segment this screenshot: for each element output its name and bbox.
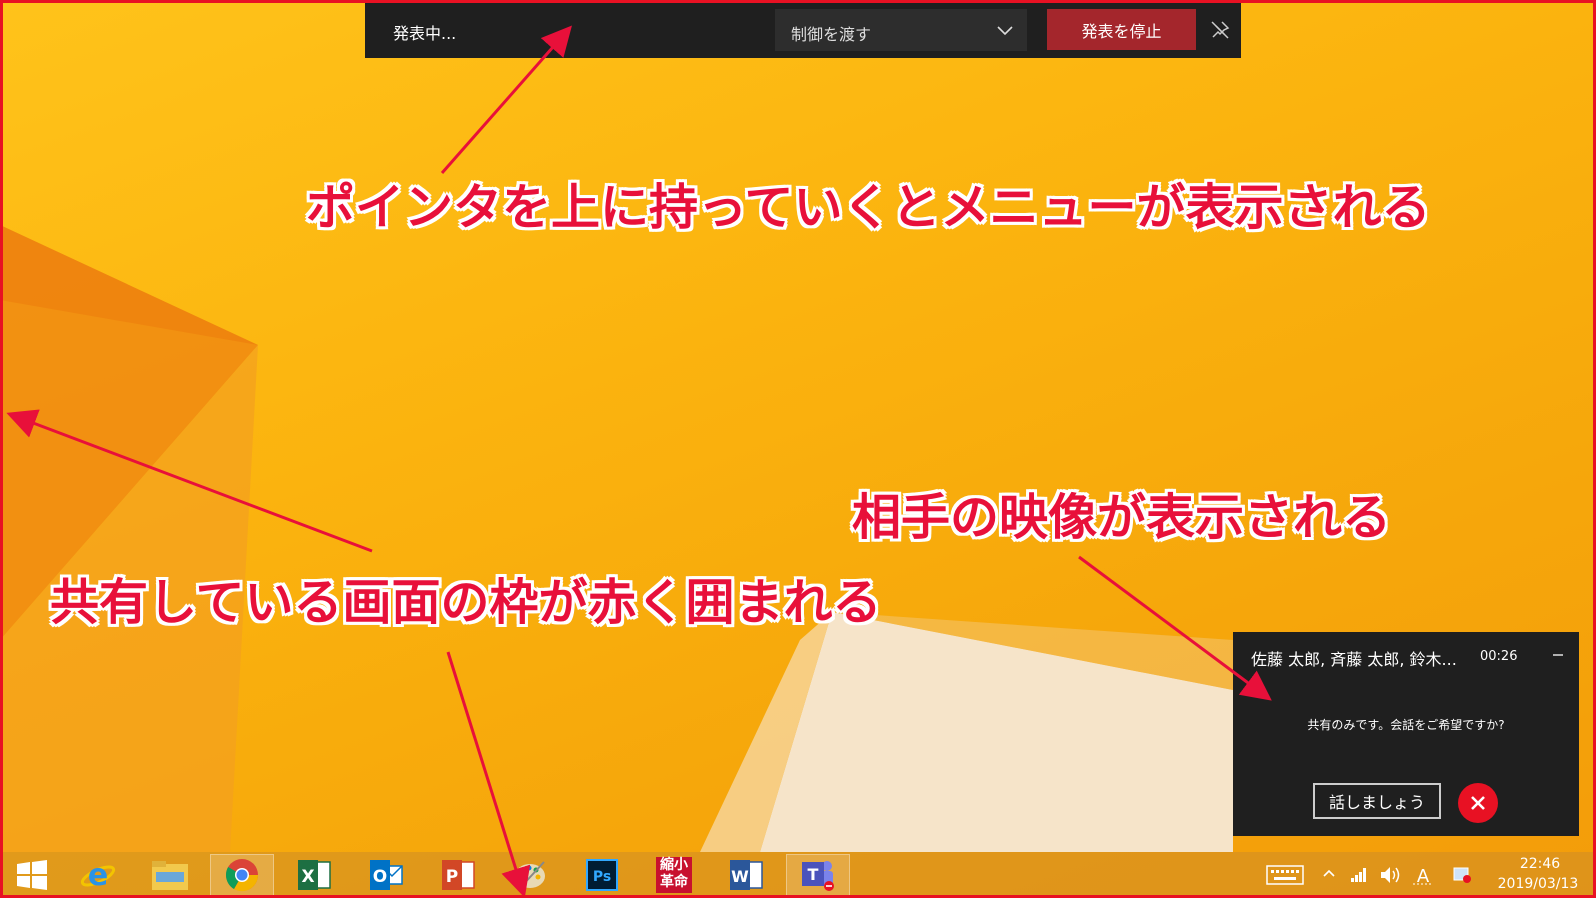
annotation-arrows <box>6 25 1272 898</box>
annotation-pointer-menu: ポインタを上に持っていくとメニューが表示される <box>306 179 1431 236</box>
arrow-to-call-monitor <box>1078 555 1272 701</box>
annotation-partner-video: 相手の映像が表示される <box>852 489 1392 546</box>
arrow-to-presenter-bar <box>440 25 572 174</box>
arrow-to-left-border <box>6 409 373 553</box>
annotation-red-border: 共有している画面の枠が赤く囲まれる <box>50 574 882 631</box>
arrow-to-bottom-border <box>446 651 531 898</box>
